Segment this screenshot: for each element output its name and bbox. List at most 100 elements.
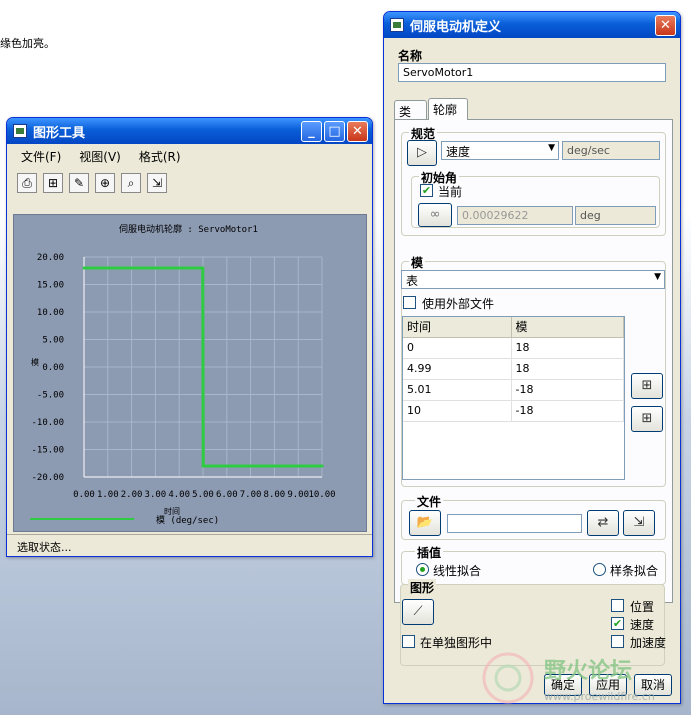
use-external-checkbox[interactable] xyxy=(403,296,416,309)
y-tick-label: 0.00 xyxy=(42,363,64,373)
file-path-field[interactable] xyxy=(447,514,582,533)
x-tick-label: 0.00 xyxy=(73,490,95,500)
module-select[interactable]: 表 ▼ xyxy=(401,270,665,289)
table-header-time[interactable]: 时间 xyxy=(403,317,512,338)
chart-ticks: 0.00 1.00 2.00 3.00 4.00 5.00 6.00 7.00 8.00 9.00… xyxy=(31,253,335,500)
x-tick-label: 3.00 xyxy=(145,490,167,500)
x-tick-label: 7.00 xyxy=(240,490,262,500)
x-tick-label: 10.00 xyxy=(308,490,335,500)
print-icon[interactable]: ⎙ xyxy=(17,173,37,193)
graph-chart-icon[interactable]: ⟋ xyxy=(402,599,434,625)
zoom-in-icon[interactable]: ⊕ xyxy=(95,173,115,193)
spline-label: 样条拟合 xyxy=(610,564,659,578)
graph-label: 图形 xyxy=(408,579,437,596)
chart-title: 伺服电动机轮廓 : ServoMotor1 xyxy=(119,223,258,235)
table-cell[interactable]: 4.99 xyxy=(403,358,512,380)
watermark-url: www.proewildfire.cn xyxy=(544,690,655,703)
name-label: 名称 xyxy=(398,49,423,63)
x-tick-label: 9.00 xyxy=(287,490,309,500)
x-unit-label: 时间 xyxy=(164,506,180,516)
table-cell[interactable]: 0 xyxy=(403,337,512,359)
dialog-titlebar[interactable]: 伺服电动机定义 ✕ xyxy=(384,12,680,38)
position-label: 位置 xyxy=(630,600,655,614)
x-tick-label: 4.00 xyxy=(168,490,190,500)
toolbar: ⎙ ⊞ ✎ ⊕ ⌕ ⇲ xyxy=(7,168,372,198)
table-cell[interactable]: -18 xyxy=(511,379,624,401)
menu-file[interactable]: 文件(F) xyxy=(21,148,61,165)
refresh-file-icon[interactable]: ⇄ xyxy=(587,510,619,536)
y-tick-label: 10.00 xyxy=(37,308,64,318)
plot-area[interactable]: 伺服电动机轮廓 : ServoMotor1 0.00 1.00 2.00 3.00 4.… xyxy=(13,214,367,532)
dialog-title: 伺服电动机定义 xyxy=(410,19,502,35)
menubar: 文件(F) 视图(V) 格式(R) xyxy=(7,144,372,168)
table-row[interactable]: 10 -18 xyxy=(403,400,624,422)
zoom-fit-icon[interactable]: ⌕ xyxy=(121,173,141,193)
data-point xyxy=(82,266,86,270)
table-cell[interactable]: -18 xyxy=(511,400,624,422)
minimize-button[interactable]: _ xyxy=(301,121,322,142)
chevron-down-icon: ▼ xyxy=(548,143,555,153)
spec-icon-button[interactable]: ▷ xyxy=(407,140,437,166)
chevron-down-icon: ▼ xyxy=(654,272,661,282)
profile-panel: 规范 ▷ 速度 ▼ deg/sec 初始角 ✔ 当前 ∞ 0.00029622 … xyxy=(394,119,673,603)
servo-chart: 伺服电动机轮廓 : ServoMotor1 0.00 1.00 2.00 3.00 4.… xyxy=(30,223,336,526)
graph-window-title: 图形工具 xyxy=(33,125,86,141)
module-select-value: 表 xyxy=(406,274,419,288)
watermark-logo: 野火论坛 www.proewildfire.cn xyxy=(482,652,655,704)
linear-radio[interactable] xyxy=(416,563,429,576)
folder-open-icon[interactable]: 📂 xyxy=(409,510,441,536)
edit-icon[interactable]: ✎ xyxy=(69,173,89,193)
interp-label: 插值 xyxy=(415,544,444,561)
maximize-button[interactable]: □ xyxy=(324,121,345,142)
data-point xyxy=(201,464,205,468)
data-point xyxy=(320,464,324,468)
x-tick-label: 8.00 xyxy=(264,490,286,500)
profile-table[interactable]: 时间 模 0 18 4.99 18 5.01 -18 10 -18 xyxy=(402,316,625,480)
table-cell[interactable]: 18 xyxy=(511,337,624,359)
insert-row-icon[interactable]: ⊞ xyxy=(631,373,663,399)
y-tick-label: -20.00 xyxy=(31,473,64,483)
menu-format[interactable]: 格式(R) xyxy=(139,148,181,165)
dialog-close-button[interactable]: ✕ xyxy=(655,15,676,36)
x-tick-label: 1.00 xyxy=(97,490,119,500)
current-checkbox[interactable]: ✔ xyxy=(420,184,433,197)
append-row-icon[interactable]: ⊞ xyxy=(631,406,663,432)
velocity-checkbox[interactable]: ✔ xyxy=(611,617,624,630)
y-tick-label: -15.00 xyxy=(31,446,64,456)
spec-unit: deg/sec xyxy=(562,141,660,160)
file-label: 文件 xyxy=(415,493,444,510)
table-row[interactable]: 4.99 18 xyxy=(403,358,624,380)
linear-label: 线性拟合 xyxy=(433,564,482,578)
spline-radio[interactable] xyxy=(593,563,606,576)
close-button[interactable]: ✕ xyxy=(347,121,368,142)
save-file-icon[interactable]: ⇲ xyxy=(623,510,655,536)
table-row[interactable]: 0 18 xyxy=(403,337,624,359)
table-header-module[interactable]: 模 xyxy=(511,317,624,338)
table-cell[interactable]: 18 xyxy=(511,358,624,380)
graph-tool-window: 图形工具 _ □ ✕ 文件(F) 视图(V) 格式(R) ⎙ ⊞ ✎ ⊕ ⌕ ⇲… xyxy=(6,117,373,557)
init-value-field: 0.00029622 xyxy=(457,206,573,225)
use-external-label: 使用外部文件 xyxy=(422,297,495,311)
data-point xyxy=(201,266,205,270)
menu-view[interactable]: 视图(V) xyxy=(79,148,121,165)
tab-profile[interactable]: 轮廓 xyxy=(428,98,468,120)
servo-dialog: 伺服电动机定义 ✕ 名称 ServoMotor1 类型 轮廓 规范 ▷ 速度 ▼… xyxy=(383,11,681,704)
separate-graph-checkbox[interactable] xyxy=(402,635,415,648)
y-tick-label: -10.00 xyxy=(31,418,64,428)
tab-type[interactable]: 类型 xyxy=(394,100,427,136)
measure-icon[interactable]: ∞ xyxy=(418,203,452,227)
velocity-label: 速度 xyxy=(630,618,655,632)
y-tick-label: 20.00 xyxy=(37,253,64,263)
x-axis-label: 模 (deg/sec) xyxy=(156,515,219,526)
y-tick-label: -5.00 xyxy=(37,391,64,401)
grid-icon[interactable]: ⊞ xyxy=(43,173,63,193)
table-cell[interactable]: 10 xyxy=(403,400,512,422)
spec-select[interactable]: 速度 ▼ xyxy=(441,141,559,160)
position-checkbox[interactable] xyxy=(611,599,624,612)
name-field[interactable]: ServoMotor1 xyxy=(398,63,666,82)
background-text: 缘色加亮。 xyxy=(0,37,55,50)
table-row[interactable]: 5.01 -18 xyxy=(403,379,624,401)
graph-titlebar[interactable]: 图形工具 _ □ ✕ xyxy=(7,118,372,144)
export-icon[interactable]: ⇲ xyxy=(147,173,167,193)
table-cell[interactable]: 5.01 xyxy=(403,379,512,401)
